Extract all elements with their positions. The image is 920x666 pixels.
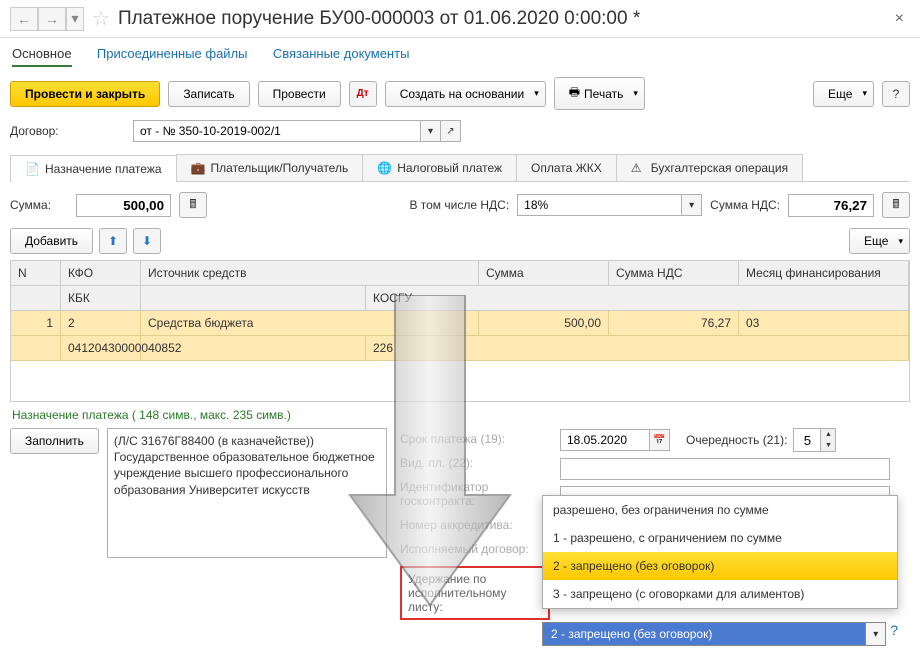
srok-label: Срок платежа (19): [400, 432, 550, 446]
nav-related[interactable]: Связанные документы [273, 46, 410, 61]
ispoln-label: Исполняемый договор: [400, 542, 550, 556]
print-button[interactable]: 🖶 Печать [554, 77, 645, 110]
nav-forward-button[interactable]: → [38, 7, 66, 31]
nav-back-button[interactable]: ← [10, 7, 38, 31]
sum-label: Сумма: [10, 198, 68, 212]
dropdown-option[interactable]: 1 - разрешено, с ограничением по сумме [543, 524, 897, 552]
vat-rate-input[interactable] [517, 194, 682, 216]
contract-open-button[interactable]: ↗ [441, 120, 461, 142]
dropdown-option[interactable]: 3 - запрещено (с оговорками для алименто… [543, 580, 897, 608]
step-up[interactable]: ▲ [821, 429, 835, 440]
withholding-selected-value[interactable]: 2 - запрещено (без оговорок) [542, 622, 866, 646]
col-vat: Сумма НДС [609, 261, 739, 286]
col-kfo: КФО [61, 261, 141, 286]
nav-attached[interactable]: Присоединенные файлы [97, 46, 248, 61]
vat-sum-label: Сумма НДС: [710, 198, 780, 212]
step-down[interactable]: ▼ [821, 440, 835, 451]
nav-history-button[interactable]: ▾ [66, 7, 84, 31]
document-icon: 📄 [25, 162, 39, 176]
fill-button[interactable]: Заполнить [10, 428, 99, 454]
post-and-close-button[interactable]: Провести и закрыть [10, 81, 160, 107]
contract-input[interactable] [133, 120, 421, 142]
col-month: Месяц финансирования [739, 261, 909, 286]
tab-acct[interactable]: ⚠ Бухгалтерская операция [616, 154, 803, 181]
withholding-dropdown-button[interactable]: ▾ [866, 622, 886, 646]
move-up-button[interactable]: ⬆ [99, 228, 127, 254]
dropdown-option[interactable]: разрешено, без ограничения по сумме [543, 496, 897, 524]
vid-input[interactable] [560, 458, 890, 480]
withholding-label: Удержание по исполнительному листу: [400, 566, 550, 620]
col-kosgu: КОСГУ [366, 286, 909, 311]
vid-label: Вид. пл. (22): [400, 456, 550, 470]
help-link[interactable]: ? [890, 622, 898, 646]
order-label: Очередность (21): [686, 433, 787, 447]
order-stepper[interactable]: ▲ ▼ [793, 428, 836, 452]
sum-input[interactable] [76, 194, 171, 217]
incl-vat-label: В том числе НДС: [409, 198, 509, 212]
calculator-button-2[interactable]: 🖩 [882, 192, 910, 218]
tab-payer[interactable]: 💼 Плательщик/Получатель [176, 154, 364, 181]
add-row-button[interactable]: Добавить [10, 228, 93, 254]
close-button[interactable]: × [889, 10, 910, 28]
save-button[interactable]: Записать [168, 81, 249, 107]
nav-main[interactable]: Основное [12, 46, 72, 67]
contract-label: Договор: [10, 124, 125, 138]
window-title: Платежное поручение БУ00-000003 от 01.06… [118, 8, 889, 30]
table-more-button[interactable]: Еще [849, 228, 910, 254]
favorite-icon[interactable]: ☆ [92, 6, 110, 31]
tab-purpose[interactable]: 📄 Назначение платежа [10, 155, 177, 182]
purpose-textarea[interactable]: (Л/С 31676Г88400 (в казначействе)) Госуд… [107, 428, 387, 558]
payment-date-input[interactable] [560, 429, 650, 451]
col-source: Источник средств [141, 261, 479, 286]
calculator-button[interactable]: 🖩 [179, 192, 207, 218]
ident-label: Идентификатор госконтракта: [400, 480, 550, 508]
warning-icon: ⚠ [631, 161, 645, 175]
table-row-sub[interactable]: 04120430000040852 226 [11, 336, 909, 361]
vat-rate-dropdown[interactable]: ▾ [682, 194, 702, 216]
briefcase-icon: 💼 [191, 161, 205, 175]
withholding-dropdown[interactable]: разрешено, без ограничения по сумме 1 - … [542, 495, 898, 609]
create-based-button[interactable]: Создать на основании [385, 81, 546, 107]
printer-icon: 🖶 [569, 83, 580, 104]
col-kbk: КБК [61, 286, 141, 311]
akkred-label: Номер аккредитива: [400, 518, 550, 532]
help-button[interactable]: ? [882, 81, 910, 107]
more-toolbar-button[interactable]: Еще [813, 81, 874, 107]
contract-dropdown-button[interactable]: ▾ [421, 120, 441, 142]
date-picker-button[interactable]: 📅 [650, 429, 670, 451]
col-n: N [11, 261, 61, 286]
purpose-counter: Назначение платежа ( 148 симв., макс. 23… [0, 402, 920, 424]
vat-sum-input[interactable] [788, 194, 874, 217]
dtkt-icon-button[interactable]: Дт [349, 81, 377, 107]
funding-grid[interactable]: N КФО Источник средств Сумма Сумма НДС М… [10, 260, 910, 402]
col-sum: Сумма [479, 261, 609, 286]
move-down-button[interactable]: ⬇ [133, 228, 161, 254]
globe-icon: 🌐 [377, 161, 391, 175]
dropdown-option-selected[interactable]: 2 - запрещено (без оговорок) [543, 552, 897, 580]
post-button[interactable]: Провести [258, 81, 341, 107]
tab-tax[interactable]: 🌐 Налоговый платеж [362, 154, 517, 181]
table-row[interactable]: 1 2 Средства бюджета 500,00 76,27 03 [11, 311, 909, 336]
tab-zhkh[interactable]: Оплата ЖКХ [516, 154, 617, 181]
